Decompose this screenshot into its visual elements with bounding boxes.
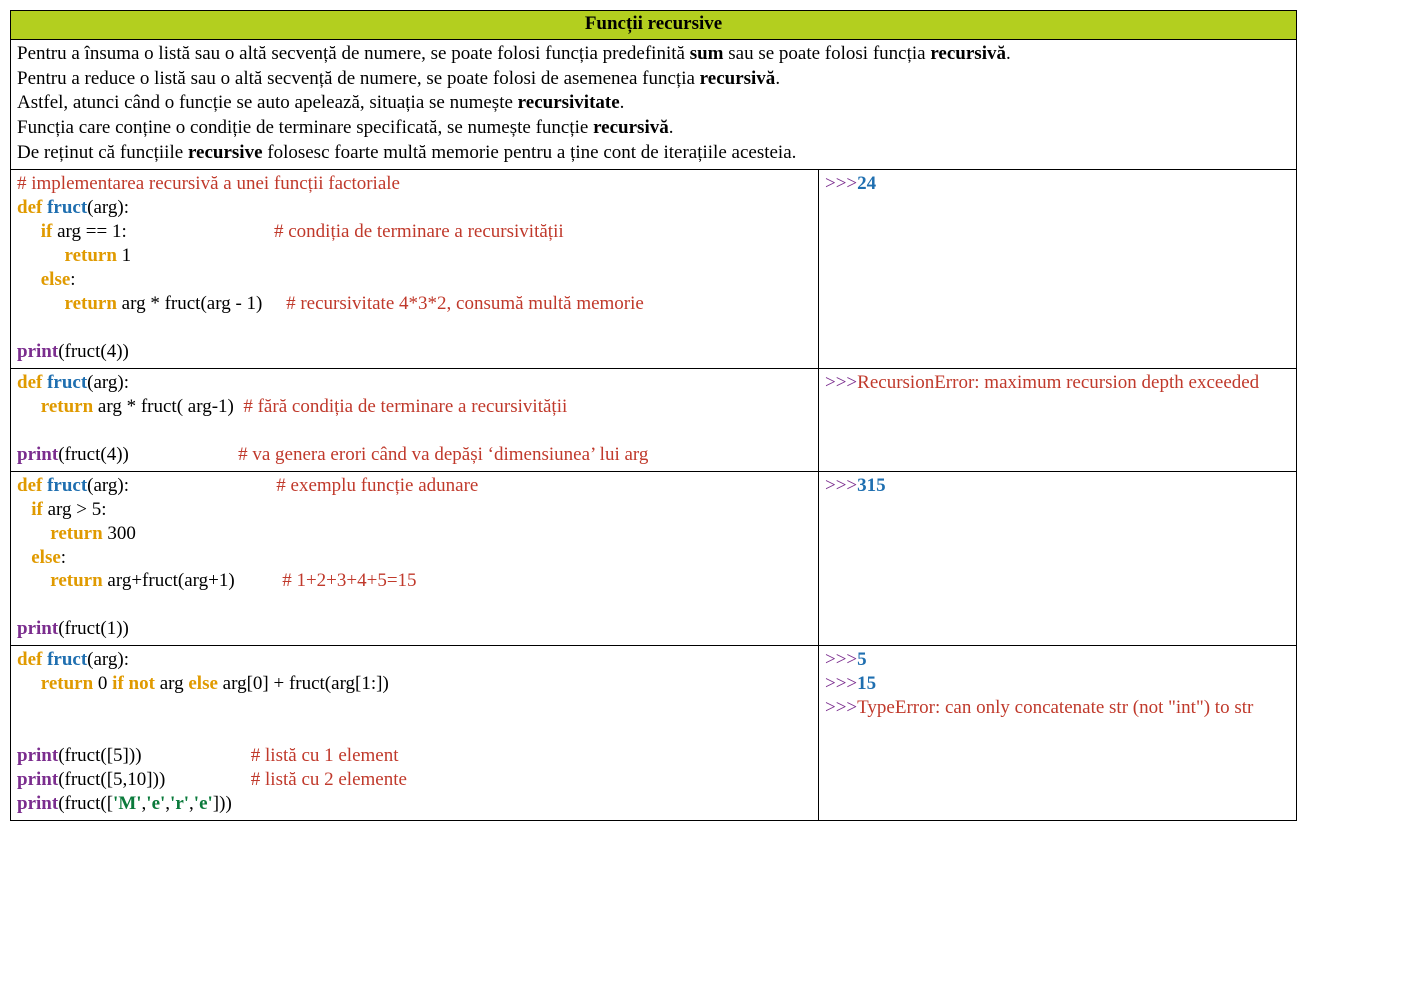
example-4-code: def fruct(arg): return 0 if not arg else… (11, 646, 819, 821)
intro-line-3: Astfel, atunci când o funcție se auto ap… (17, 92, 624, 113)
table-title: Funcții recursive (11, 11, 1297, 40)
example-3-code: def fruct(arg): # exemplu funcție adunar… (11, 471, 819, 646)
intro-line-2: Pentru a reduce o listă sau o altă secve… (17, 68, 780, 89)
intro-line-1: Pentru a însuma o listă sau o altă secve… (17, 43, 1011, 64)
example-2-output: >>>RecursionError: maximum recursion dep… (819, 368, 1297, 471)
example-1-code: # implementarea recursivă a unei funcții… (11, 170, 819, 369)
example-1-output: >>>24 (819, 170, 1297, 369)
example-2-code: def fruct(arg): return arg * fruct( arg-… (11, 368, 819, 471)
example-4-output: >>>5 >>>15 >>>TypeError: can only concat… (819, 646, 1297, 821)
intro-line-5: De reținut că funcțiile recursive folose… (17, 142, 796, 163)
recursive-functions-table: Funcții recursive Pentru a însuma o list… (10, 10, 1297, 821)
intro-line-4: Funcția care conține o condiție de termi… (17, 117, 673, 138)
intro-cell: Pentru a însuma o listă sau o altă secve… (11, 40, 1297, 170)
example-3-output: >>>315 (819, 471, 1297, 646)
